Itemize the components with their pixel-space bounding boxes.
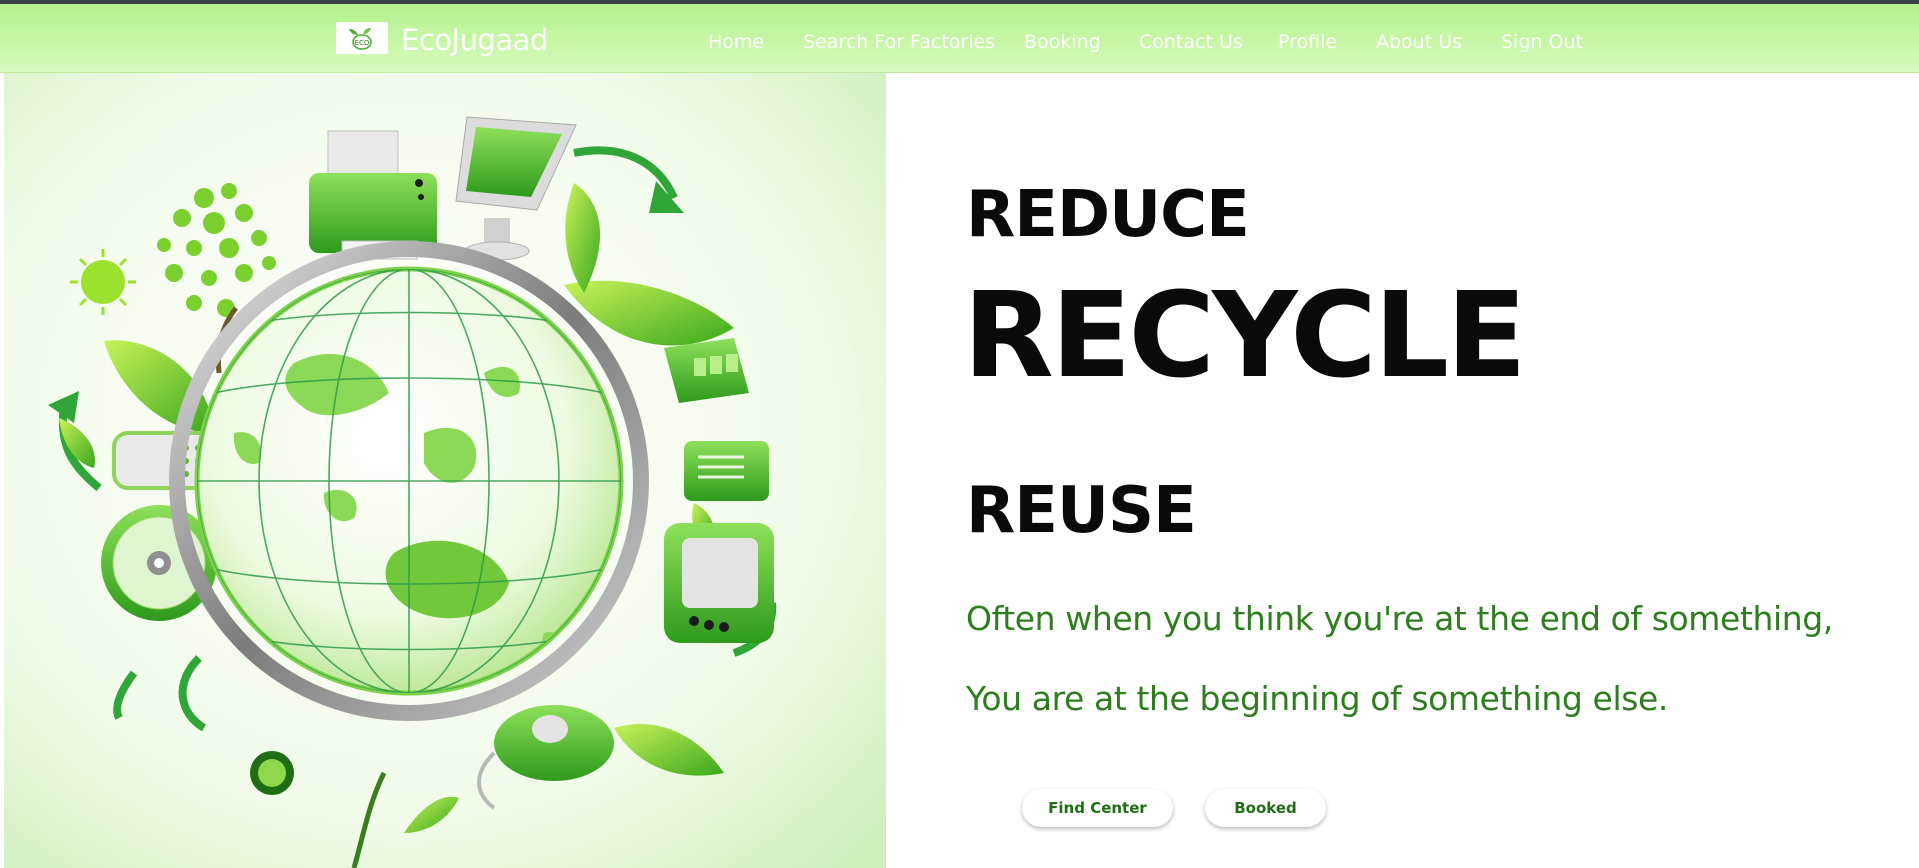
quote-line-2: You are at the beginning of something el… xyxy=(966,679,1669,718)
nav-home[interactable]: Home xyxy=(708,29,764,55)
globe-icon xyxy=(194,266,624,696)
find-center-button[interactable]: Find Center xyxy=(1022,789,1173,827)
nav-sign-out[interactable]: Sign Out xyxy=(1501,29,1583,55)
nav-contact-us[interactable]: Contact Us xyxy=(1139,29,1243,55)
nav-about-us[interactable]: About Us xyxy=(1376,29,1462,55)
recycling-globe-icon xyxy=(4,73,886,868)
tv-icon xyxy=(664,523,774,643)
navbar: ECO EcoJugaad Home Search For Factories … xyxy=(0,4,1919,73)
logo[interactable]: ECO xyxy=(336,22,388,54)
eco-globe-illustration xyxy=(4,73,886,868)
nav-profile[interactable]: Profile xyxy=(1278,29,1337,55)
brand-name[interactable]: EcoJugaad xyxy=(401,23,548,57)
quote-line-1: Often when you think you're at the end o… xyxy=(966,599,1833,638)
heading-reuse: REUSE xyxy=(966,474,1197,548)
battery-icon xyxy=(664,338,749,403)
nav-search-for-factories[interactable]: Search For Factories xyxy=(803,29,995,55)
heading-recycle: RECYCLE xyxy=(963,266,1527,404)
booked-button[interactable]: Booked xyxy=(1205,789,1326,827)
leaf-logo-icon: ECO xyxy=(349,27,372,50)
nav-booking[interactable]: Booking xyxy=(1024,29,1101,55)
radio-icon xyxy=(684,441,769,501)
logo-text: ECO xyxy=(355,39,370,47)
recycle-badge-icon xyxy=(250,751,294,795)
heading-reduce: REDUCE xyxy=(966,178,1250,252)
